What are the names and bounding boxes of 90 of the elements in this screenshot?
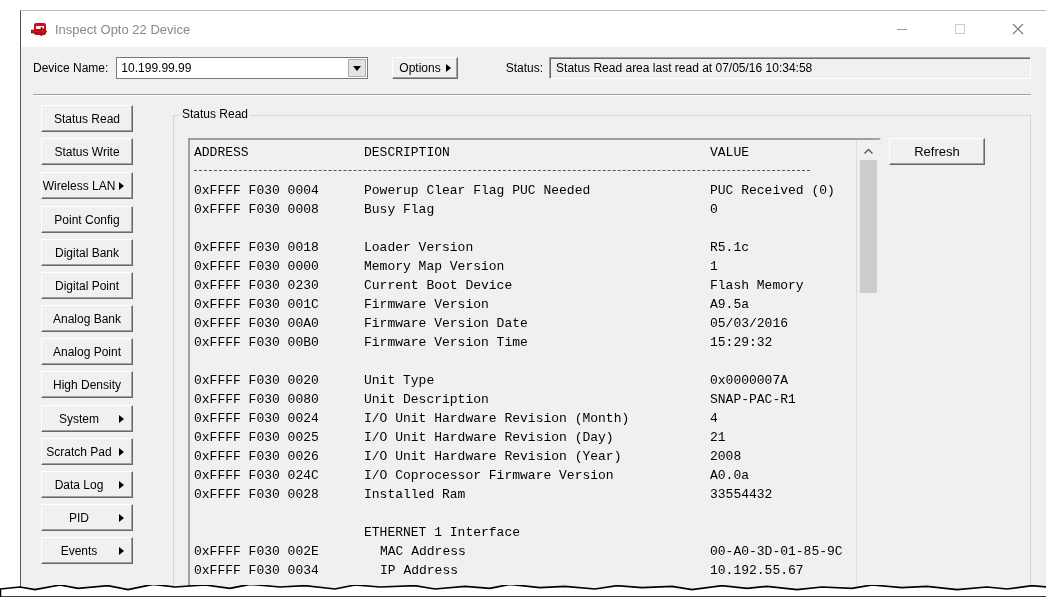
description-text: I/O Coprocessor Firmware Version	[364, 468, 614, 483]
submenu-arrow-icon	[119, 481, 124, 489]
scroll-up-icon[interactable]	[863, 148, 873, 154]
options-button[interactable]: Options	[392, 57, 458, 79]
sidebar-button[interactable]: Data Log	[41, 471, 133, 498]
address-text: 0xFFFF F030 00A0	[194, 316, 320, 331]
address-text: 0xFFFF F030 024C	[194, 468, 320, 483]
dropdown-arrow-icon	[353, 65, 362, 71]
maximize-icon[interactable]	[954, 23, 966, 35]
value-text: A9.5a	[710, 297, 749, 312]
description-text: Powerup Clear Flag PUC Needed	[364, 183, 591, 198]
sidebar-button[interactable]: Digital Bank	[41, 239, 133, 266]
description-text: Installed Ram	[364, 487, 466, 502]
address-text: 0xFFFF F030 0018	[194, 240, 320, 255]
window-title: Inspect Opto 22 Device	[55, 21, 191, 37]
description-text: Firmware Version Time	[364, 335, 528, 350]
close-icon[interactable]	[1012, 23, 1024, 35]
description-text: Unit Type	[364, 373, 435, 388]
value-text: 4	[710, 411, 718, 426]
scrollbar-thumb[interactable]	[859, 160, 877, 293]
address-text: 0xFFFF F030 0004	[194, 183, 320, 198]
value-text: R5.1c	[710, 240, 749, 255]
value-text: 0x0000007A	[710, 373, 788, 388]
description-text: MAC Address	[380, 544, 466, 559]
sidebar-button[interactable]: Status Write	[41, 138, 133, 165]
description-text: IP Address	[380, 563, 458, 578]
value-text: 21	[710, 430, 726, 445]
value-text: 2008	[710, 449, 742, 464]
description-text: Firmware Version	[364, 297, 489, 312]
address-text: 0xFFFF F030 0025	[194, 430, 320, 445]
description-text: Unit Description	[364, 392, 489, 407]
description-text: I/O Unit Hardware Revision (Month)	[364, 411, 630, 426]
address-text: 0xFFFF F030 0000	[194, 259, 320, 274]
sidebar-button[interactable]: System	[41, 405, 133, 432]
value-text: Flash Memory	[710, 278, 804, 293]
address-text: 0xFFFF F030 0024	[194, 411, 320, 426]
sidebar-button[interactable]: High Density	[41, 371, 133, 398]
value-text: 1	[710, 259, 718, 274]
address-text: 0xFFFF F030 001C	[194, 297, 320, 312]
group-title: Status Read	[180, 107, 251, 121]
description-text: I/O Unit Hardware Revision (Day)	[364, 430, 614, 445]
status-label: Status:	[505, 61, 544, 75]
app-icon	[31, 21, 49, 37]
column-header: ADDRESS	[194, 145, 250, 160]
address-text: 0xFFFF F030 0020	[194, 373, 320, 388]
value-text: 00-A0-3D-01-85-9C	[710, 544, 843, 559]
value-text: 33554432	[710, 487, 773, 502]
address-text: 0xFFFF F030 0026	[194, 449, 320, 464]
address-text: 0xFFFF F030 0080	[194, 392, 320, 407]
value-text: SNAP-PAC-R1	[710, 392, 796, 407]
description-text: Firmware Version Date	[364, 316, 528, 331]
refresh-button[interactable]: Refresh	[889, 138, 985, 165]
submenu-arrow-icon	[445, 64, 451, 72]
value-text: 05/03/2016	[710, 316, 788, 331]
description-text: Busy Flag	[364, 202, 435, 217]
address-text: 0xFFFF F030 0028	[194, 487, 320, 502]
column-header: VALUE	[710, 145, 749, 160]
device-name-combo[interactable]: 10.199.99.99	[116, 57, 369, 79]
value-text: A0.0a	[710, 468, 749, 483]
sidebar-button[interactable]: Events	[41, 537, 133, 564]
sidebar-button[interactable]: Status Read	[41, 105, 133, 132]
submenu-arrow-icon	[119, 547, 124, 555]
value-text: PUC Received (0)	[710, 183, 835, 198]
address-text: 0xFFFF F030 0230	[194, 278, 320, 293]
address-text: 0xFFFF F030 002E	[194, 544, 320, 559]
description-text: Memory Map Version	[364, 259, 505, 274]
submenu-arrow-icon	[119, 415, 124, 423]
device-name-label: Device Name:	[33, 61, 109, 75]
address-text: 0xFFFF F030 0034	[194, 563, 320, 578]
sidebar-button[interactable]: Scratch Pad	[41, 438, 133, 465]
value-text: 0	[710, 202, 718, 217]
sidebar-button[interactable]: PID	[41, 504, 133, 531]
submenu-arrow-icon	[119, 514, 124, 522]
sidebar-button[interactable]: Digital Point	[41, 272, 133, 299]
status-field: Status Read area last read at 07/05/16 10:34:58	[549, 57, 1031, 79]
value-text: 15:29:32	[710, 335, 773, 350]
submenu-arrow-icon	[119, 448, 124, 456]
column-header: DESCRIPTION	[364, 145, 451, 160]
sidebar-button[interactable]: Analog Bank	[41, 305, 133, 332]
section-heading: ETHERNET 1 Interface	[364, 525, 522, 540]
address-text: 0xFFFF F030 0008	[194, 202, 320, 217]
sidebar-button[interactable]: Wireless LAN	[41, 172, 133, 199]
description-text: I/O Unit Hardware Revision (Year)	[364, 449, 622, 464]
value-text: 10.192.55.67	[710, 563, 804, 578]
submenu-arrow-icon	[119, 182, 124, 190]
sidebar-button[interactable]: Analog Point	[41, 338, 133, 365]
description-text: Current Boot Device	[364, 278, 513, 293]
description-text: Loader Version	[364, 240, 474, 255]
sidebar-button[interactable]: Point Config	[41, 206, 133, 233]
address-text: 0xFFFF F030 00B0	[194, 335, 320, 350]
